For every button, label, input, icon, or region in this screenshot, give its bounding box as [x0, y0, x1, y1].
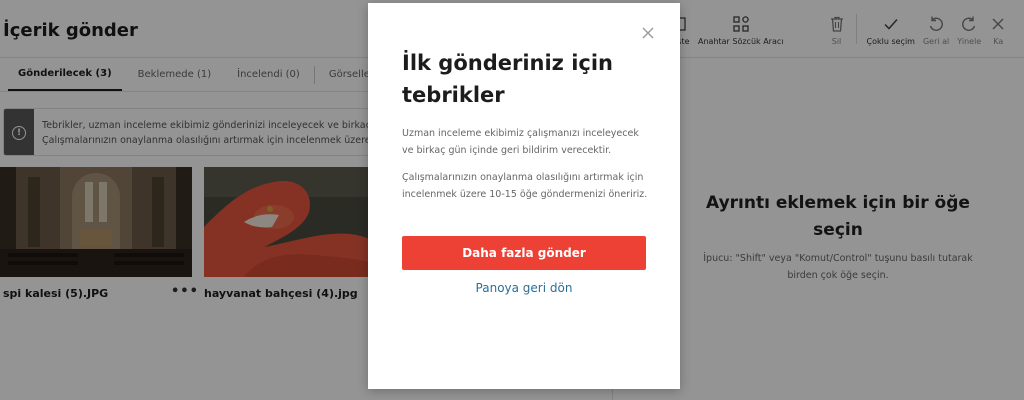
congratulations-dialog: İlk gönderiniz için tebrikler Uzman ince…: [368, 3, 680, 389]
dialog-title: İlk gönderiniz için tebrikler: [402, 51, 614, 107]
close-icon[interactable]: [640, 25, 656, 41]
back-to-dashboard-link[interactable]: Panoya geri dön: [402, 281, 646, 295]
submit-more-button[interactable]: Daha fazla gönder: [402, 236, 646, 270]
dialog-paragraph-2: Çalışmalarınızın onaylanma olasılığını a…: [402, 172, 648, 200]
dialog-paragraph-1: Uzman inceleme ekibimiz çalışmanızı ince…: [402, 128, 639, 156]
